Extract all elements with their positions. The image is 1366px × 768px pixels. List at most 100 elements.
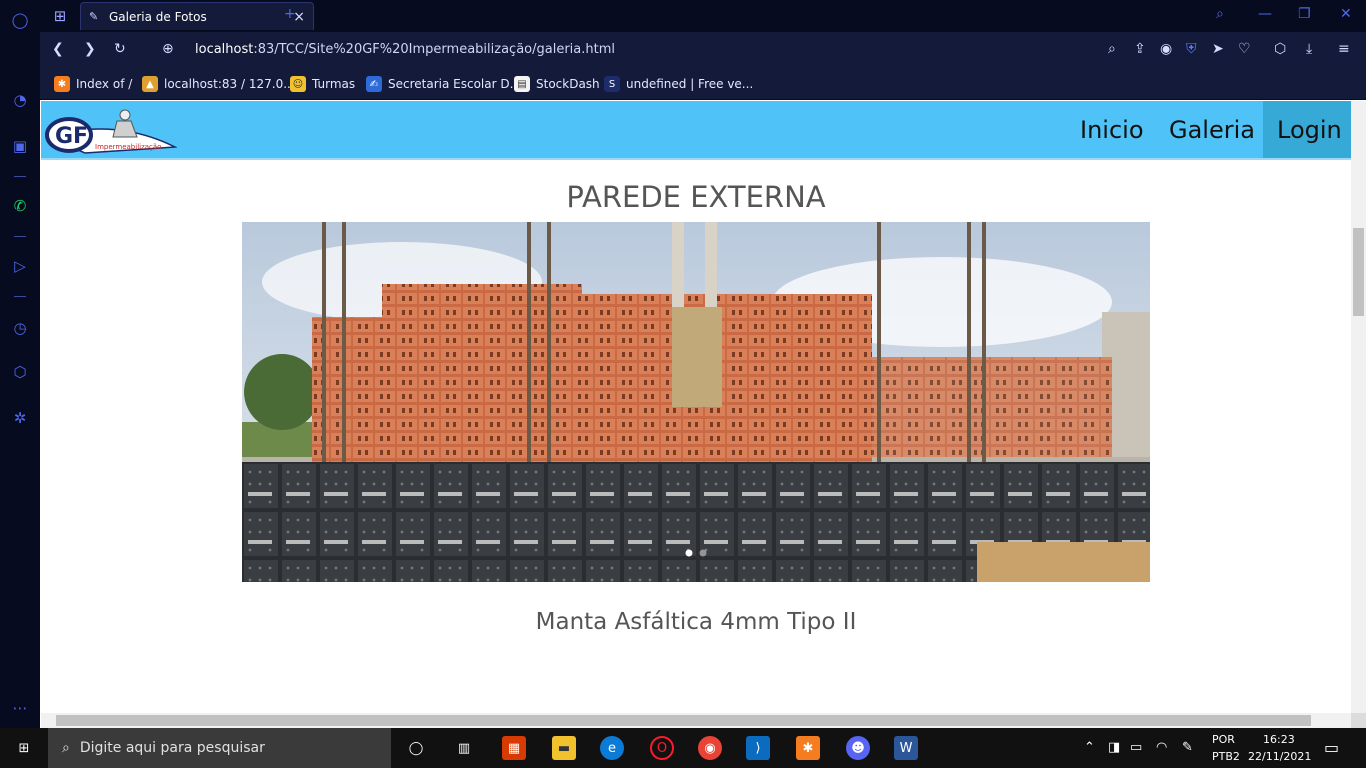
tab-bar: ⊞ ✎ Galeria de Fotos × + ⌕ — ❐ ✕ xyxy=(40,0,1366,32)
settings-icon[interactable]: ✲ xyxy=(10,408,30,428)
bookmark-label: Turmas xyxy=(312,77,356,91)
close-window-icon[interactable]: ✕ xyxy=(1340,6,1352,22)
logo-text: GF xyxy=(55,124,88,149)
task-view-icon[interactable]: ▥ xyxy=(452,736,476,760)
section-title: PAREDE EXTERNA xyxy=(566,180,826,214)
bookmark-item[interactable]: ☺ Turmas xyxy=(290,76,355,92)
easy-setup-icon[interactable]: ≡ xyxy=(1338,41,1350,57)
photo-carousel[interactable] xyxy=(242,222,1150,582)
sidebar-divider xyxy=(14,296,26,297)
extensions-icon[interactable]: ⬡ xyxy=(10,362,30,382)
windows-taskbar: ⊞ ⌕ Digite aqui para pesquisar ◯ ▥ ▦ ▬ e… xyxy=(0,728,1366,768)
carousel-indicator[interactable] xyxy=(699,549,707,557)
player-icon[interactable]: ▷ xyxy=(10,256,30,276)
photo-caption: Manta Asfáltica 4mm Tipo II xyxy=(535,609,857,635)
s-icon: S xyxy=(604,76,620,92)
opera-sidebar: ◯ ◔ ▣ ✆ ▷ ◷ ⬡ ✲ ⋯ xyxy=(0,0,40,728)
url-field[interactable]: localhost:83/TCC/Site%20GF%20Impermeabil… xyxy=(195,42,615,57)
bookmark-item[interactable]: ▲ localhost:83 / 127.0... xyxy=(142,76,295,92)
scroll-corner xyxy=(1351,713,1366,728)
logo-icon: GF Impermeabilização xyxy=(44,109,178,154)
site-logo[interactable]: GF Impermeabilização xyxy=(44,107,178,155)
history-icon[interactable]: ◷ xyxy=(10,318,30,338)
vertical-scroll-thumb[interactable] xyxy=(1353,228,1364,316)
restore-icon[interactable]: ❐ xyxy=(1298,6,1311,22)
store-icon[interactable]: ▦ xyxy=(502,736,526,760)
search-tabs-icon[interactable]: ⌕ xyxy=(1216,6,1224,22)
bookmark-item[interactable]: ▤ StockDash xyxy=(514,76,600,92)
heart-icon[interactable]: ♡ xyxy=(1238,41,1251,57)
site-header: GF Impermeabilização Inicio Galeria Logi… xyxy=(41,101,1351,160)
opera-logo-icon[interactable]: ◯ xyxy=(10,10,30,30)
nav-galeria[interactable]: Galeria xyxy=(1169,101,1255,158)
phpmyadmin-icon: ▲ xyxy=(142,76,158,92)
xampp-icon: ✱ xyxy=(54,76,70,92)
workspaces-icon[interactable]: ⊞ xyxy=(50,6,70,26)
edge-icon[interactable]: e xyxy=(600,736,624,760)
send-icon[interactable]: ➤ xyxy=(1212,41,1224,57)
discord-icon[interactable]: ☻ xyxy=(846,736,870,760)
site-info-icon[interactable]: ⊕ xyxy=(162,41,174,57)
web-page: GF Impermeabilização Inicio Galeria Logi… xyxy=(41,101,1351,713)
cortana-icon[interactable]: ◯ xyxy=(404,736,428,760)
wifi-icon[interactable]: ◠ xyxy=(1156,740,1167,755)
clock-date[interactable]: 22/11/2021 xyxy=(1248,750,1311,763)
back-icon[interactable]: ❮ xyxy=(52,41,64,57)
bookmark-label: StockDash xyxy=(536,77,600,91)
vscode-icon[interactable]: ⟩ xyxy=(746,736,770,760)
bookmark-item[interactable]: Sundefined | Free ve... xyxy=(604,76,753,92)
vertical-scrollbar[interactable] xyxy=(1351,101,1366,713)
bookmark-label: Secretaria Escolar D... xyxy=(388,77,522,91)
tab-favicon-icon: ✎ xyxy=(89,9,99,23)
clock-time[interactable]: 16:23 xyxy=(1263,733,1295,746)
minimize-icon[interactable]: — xyxy=(1258,6,1272,22)
cube-icon[interactable]: ⬡ xyxy=(1274,41,1286,57)
word-icon[interactable]: W xyxy=(894,736,918,760)
url-host: localhost xyxy=(195,42,254,57)
taskbar-search[interactable]: ⌕ Digite aqui para pesquisar xyxy=(48,728,391,768)
bookmark-item[interactable]: ✍ Secretaria Escolar D... xyxy=(366,76,521,92)
tray-chevron-icon[interactable]: ⌃ xyxy=(1084,740,1095,755)
forward-icon[interactable]: ❯ xyxy=(84,41,96,57)
webcam-icon[interactable]: ◨ xyxy=(1108,740,1120,755)
opera-taskbar-icon[interactable]: O xyxy=(650,736,674,760)
search-page-icon[interactable]: ⌕ xyxy=(1108,41,1116,57)
vpn-shield-icon[interactable]: ⛨ xyxy=(1186,41,1197,57)
lang-bottom[interactable]: PTB2 xyxy=(1212,750,1240,763)
shopping-bag-icon[interactable]: ▣ xyxy=(10,136,30,156)
horizontal-scroll-thumb[interactable] xyxy=(56,715,1311,726)
url-path: :83/TCC/Site%20GF%20Impermeabilização/ga… xyxy=(253,42,615,57)
nav-inicio[interactable]: Inicio xyxy=(1080,101,1144,158)
speed-dial-icon[interactable]: ◔ xyxy=(10,90,30,110)
search-icon: ⌕ xyxy=(62,740,70,756)
tab-title: Galeria de Fotos xyxy=(109,9,207,24)
secretaria-icon: ✍ xyxy=(366,76,382,92)
tab-galeria[interactable]: ✎ Galeria de Fotos × xyxy=(80,2,314,30)
bookmark-label: localhost:83 / 127.0... xyxy=(164,77,295,91)
sidebar-divider xyxy=(14,236,26,237)
logo-subtext: Impermeabilização xyxy=(95,143,161,151)
battery-icon[interactable]: ▭ xyxy=(1130,740,1142,755)
windows-start-icon[interactable]: ⊞ xyxy=(12,736,36,760)
notifications-icon[interactable]: ▭ xyxy=(1324,738,1339,757)
classroom-icon: ☺ xyxy=(290,76,306,92)
carousel-indicator-active[interactable] xyxy=(685,549,693,557)
whatsapp-icon[interactable]: ✆ xyxy=(10,196,30,216)
pen-icon[interactable]: ✎ xyxy=(1182,740,1193,755)
xampp-taskbar-icon[interactable]: ✱ xyxy=(796,736,820,760)
download-icon[interactable]: ⤓ xyxy=(1306,41,1312,57)
search-placeholder: Digite aqui para pesquisar xyxy=(79,740,265,756)
snapshot-icon[interactable]: ◉ xyxy=(1160,41,1172,57)
file-explorer-icon[interactable]: ▬ xyxy=(552,736,576,760)
new-tab-button[interactable]: + xyxy=(284,6,296,22)
lang-top[interactable]: POR xyxy=(1212,733,1235,746)
bookmark-item[interactable]: ✱ Index of / xyxy=(54,76,132,92)
more-icon[interactable]: ⋯ xyxy=(10,698,30,718)
chrome-icon[interactable]: ◉ xyxy=(698,736,722,760)
share-icon[interactable]: ⇪ xyxy=(1134,41,1146,57)
nav-login[interactable]: Login xyxy=(1263,101,1351,158)
address-bar: ❮ ❯ ↻ ⊕ localhost:83/TCC/Site%20GF%20Imp… xyxy=(40,32,1366,68)
bookmark-label: Index of / xyxy=(76,77,133,91)
bookmarks-bar: ✱ Index of / ▲ localhost:83 / 127.0... ☺ Tu… xyxy=(40,68,1366,100)
reload-icon[interactable]: ↻ xyxy=(114,41,126,57)
